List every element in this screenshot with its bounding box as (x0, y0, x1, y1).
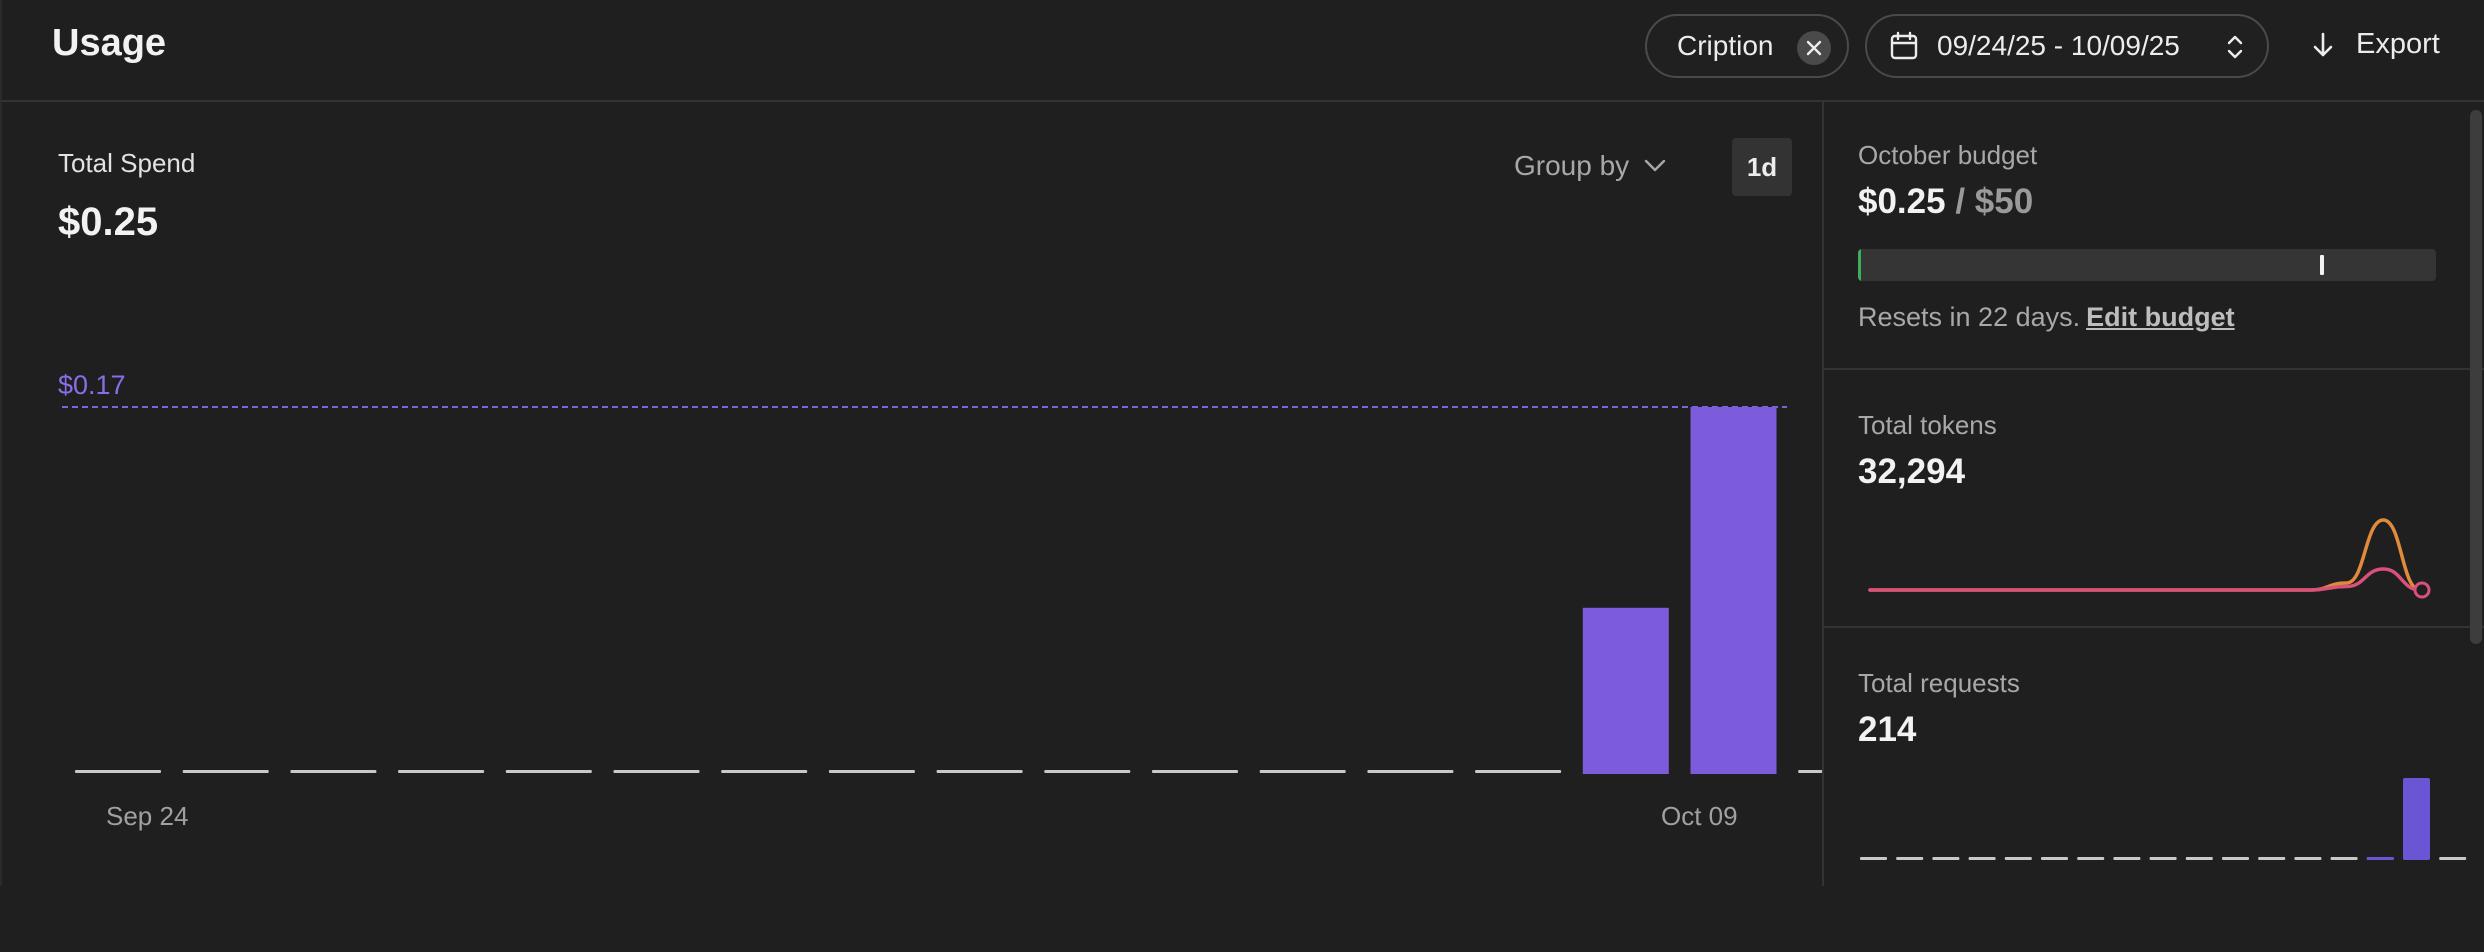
close-icon (1806, 40, 1822, 56)
total-requests-value: 214 (1858, 710, 1917, 749)
filter-chip-label: Cription (1677, 30, 1774, 61)
requests-bar-empty (1896, 857, 1924, 860)
requests-bar-empty (1860, 857, 1887, 860)
spend-bar-empty (613, 770, 700, 773)
budget-card: October budget $0.25 / $50 Resets in 22 … (1824, 102, 2484, 370)
total-spend-label: Total Spend (58, 148, 196, 178)
requests-mini-bar-chart (1860, 778, 2467, 860)
total-spend-value: $0.25 (58, 200, 159, 244)
requests-bar-empty (2077, 857, 2105, 860)
spend-bar-empty (1475, 770, 1562, 773)
group-by-dropdown[interactable]: Group by (1514, 150, 1667, 182)
spend-bar (1582, 607, 1669, 774)
page-title: Usage (52, 22, 167, 64)
date-range-value: 09/24/25 - 10/09/25 (1937, 30, 2180, 61)
spend-bar-empty (1798, 770, 1822, 773)
budget-spent: $0.25 (1858, 182, 1946, 221)
tokens-series-line (1868, 567, 2422, 592)
budget-progress-fill (1858, 249, 1861, 281)
usage-sidebar: October budget $0.25 / $50 Resets in 22 … (1822, 102, 2484, 886)
requests-bar-empty (2439, 857, 2467, 860)
spend-bar-empty (398, 770, 485, 773)
spend-bar (1690, 407, 1777, 774)
date-range-picker[interactable]: 09/24/25 - 10/09/25 (1865, 14, 2269, 78)
filter-chip[interactable]: Cription (1645, 14, 1849, 78)
spend-bar-empty (75, 770, 161, 773)
total-tokens-card[interactable]: Total tokens 32,294 (1824, 370, 2484, 628)
top-bar: Usage Cription 09/24/25 - 10/09/25 Expor… (0, 0, 2484, 102)
requests-bar-empty (2004, 857, 2032, 860)
budget-progress-bar (1858, 249, 2436, 281)
requests-bar-empty (2185, 857, 2213, 860)
reference-line-label: $0.17 (58, 370, 126, 400)
budget-total: $50 (1974, 182, 2034, 221)
total-tokens-value: 32,294 (1858, 452, 1966, 491)
tokens-last-point (2413, 581, 2431, 599)
group-by-label: Group by (1514, 150, 1630, 181)
spend-bar-empty (1152, 770, 1238, 773)
spend-bar-empty (1044, 770, 1131, 773)
spend-bar-empty (721, 770, 808, 773)
edit-budget-link[interactable]: Edit budget (2086, 302, 2234, 332)
requests-bar (2403, 778, 2430, 860)
tokens-sparkline (1868, 518, 2431, 599)
budget-value: $0.25 / $50 (1858, 182, 2033, 222)
spend-bar-empty (290, 770, 377, 773)
x-tick-label-end: Oct 09 (1661, 801, 1738, 831)
spend-bar-empty (828, 770, 915, 773)
requests-bar-empty (2222, 857, 2249, 860)
tokens-series-line (1868, 518, 2422, 592)
requests-bar-empty (2294, 857, 2322, 860)
requests-bar-empty (2041, 857, 2068, 860)
arrow-down-icon (2313, 32, 2333, 56)
requests-bar-empty (2258, 857, 2286, 860)
spend-panel: Total Spend $0.25 Group by 1d $0.17 Sep … (0, 102, 1822, 886)
x-tick-label-start: Sep 24 (106, 801, 188, 831)
spend-bar-empty (936, 770, 1023, 773)
spend-bar-chart: $0.17 Sep 24 Oct 09 (58, 370, 1822, 831)
total-requests-card[interactable]: Total requests 214 (1824, 628, 2484, 886)
requests-bar-empty (2149, 857, 2177, 860)
total-requests-label: Total requests (1858, 668, 2020, 698)
chevron-down-icon (1644, 159, 1666, 172)
total-tokens-label: Total tokens (1858, 410, 1997, 440)
requests-bar-empty (2330, 857, 2358, 860)
budget-separator: / (1955, 182, 1966, 221)
spend-bar-empty (182, 770, 269, 773)
export-label: Export (2356, 28, 2440, 60)
requests-bar-empty (1932, 857, 1960, 860)
calendar-icon (1890, 31, 1918, 60)
sidebar-scrollbar[interactable] (2470, 110, 2482, 644)
spend-bar-empty (505, 770, 592, 773)
requests-bar-empty (1968, 857, 1996, 860)
reset-days-text: Resets in 22 days. (1858, 302, 2081, 332)
spend-bar-empty (1259, 770, 1346, 773)
export-button[interactable]: Export (2310, 28, 2440, 61)
chevron-up-down-icon (2227, 35, 2243, 59)
interval-toggle[interactable]: 1d (1732, 138, 1792, 196)
budget-label: October budget (1858, 140, 2038, 170)
spend-bar-empty (1367, 770, 1454, 773)
budget-threshold-marker (2320, 255, 2325, 275)
budget-reset-text: Resets in 22 days. Edit budget (1858, 302, 2235, 333)
requests-bar-empty (2113, 857, 2141, 860)
requests-bar (2366, 857, 2394, 860)
clear-filter-button[interactable] (1797, 31, 1831, 65)
